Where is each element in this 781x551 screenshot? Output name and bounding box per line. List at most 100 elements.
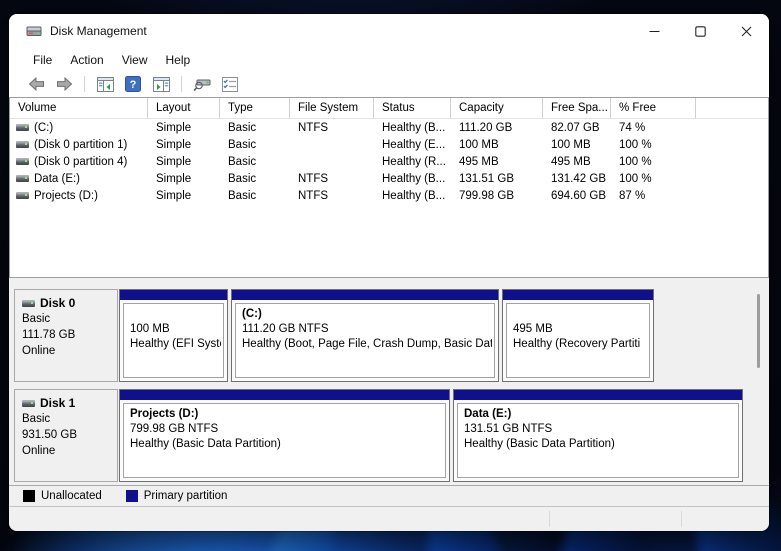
- partition-body: 100 MBHealthy (EFI Syste: [123, 303, 224, 378]
- volume-name-label: (Disk 0 partition 4): [34, 156, 127, 168]
- disk-management-app-icon: [26, 23, 42, 39]
- disk-graph-pane: Disk 0Basic111.78 GBOnline100 MBHealthy …: [9, 282, 769, 485]
- cell-file-system: NTFS: [290, 190, 374, 202]
- partition-name: (C:): [242, 307, 492, 322]
- legend-label: Primary partition: [144, 490, 228, 502]
- partition-name: Data (E:): [464, 407, 736, 422]
- title-bar[interactable]: Disk Management: [9, 14, 769, 48]
- close-icon[interactable]: [723, 14, 769, 48]
- volume-name-cell: (C:): [10, 122, 148, 134]
- cell-status: Healthy (B...: [374, 190, 451, 202]
- column-header-layout[interactable]: Layout: [148, 98, 220, 118]
- cell-free-space: 100 MB: [543, 139, 611, 151]
- volume-row[interactable]: (C:)SimpleBasicNTFSHealthy (B...111.20 G…: [10, 119, 768, 136]
- window-title: Disk Management: [50, 24, 147, 38]
- partition-status: Healthy (EFI Syste: [130, 337, 221, 352]
- disk-icon: [22, 300, 35, 307]
- column-header-capacity[interactable]: Capacity: [451, 98, 543, 118]
- help-icon[interactable]: ?: [122, 74, 144, 94]
- refresh-disks-icon[interactable]: [191, 74, 213, 94]
- volume-row[interactable]: Data (E:)SimpleBasicNTFSHealthy (B...131…: [10, 170, 768, 187]
- menu-item-file[interactable]: File: [24, 51, 61, 69]
- volume-list-header: VolumeLayoutTypeFile SystemStatusCapacit…: [10, 98, 768, 119]
- partition-color-band: [120, 390, 449, 400]
- disk-list-icon[interactable]: [219, 74, 241, 94]
- back-icon[interactable]: [25, 74, 47, 94]
- disk-size: 931.50 GB: [22, 427, 117, 443]
- column-header-file-system[interactable]: File System: [290, 98, 374, 118]
- partition[interactable]: 495 MBHealthy (Recovery Partiti: [502, 289, 654, 382]
- cell-capacity: 131.51 GB: [451, 173, 543, 185]
- partition[interactable]: Projects (D:)799.98 GB NTFSHealthy (Basi…: [119, 389, 450, 482]
- cell-layout: Simple: [148, 190, 220, 202]
- partition[interactable]: (C:)111.20 GB NTFSHealthy (Boot, Page Fi…: [231, 289, 499, 382]
- menu-item-view[interactable]: View: [113, 51, 157, 69]
- partition-body: (C:)111.20 GB NTFSHealthy (Boot, Page Fi…: [235, 303, 495, 378]
- column-header-free[interactable]: % Free: [611, 98, 696, 118]
- column-header-filler: [696, 98, 768, 118]
- disk-status: Online: [22, 343, 117, 359]
- menu-item-help[interactable]: Help: [157, 51, 200, 69]
- show-console-tree-icon[interactable]: [94, 74, 116, 94]
- volume-row[interactable]: (Disk 0 partition 1)SimpleBasicHealthy (…: [10, 136, 768, 153]
- disk-row-1: Disk 1Basic931.50 GBOnlineProjects (D:)7…: [14, 389, 769, 482]
- cell-free-space: 495 MB: [543, 156, 611, 168]
- column-header-volume[interactable]: Volume: [10, 98, 148, 118]
- disk-icon: [22, 400, 35, 407]
- volume-drive-icon: [16, 158, 29, 165]
- cell-file-system: NTFS: [290, 173, 374, 185]
- menu-item-action[interactable]: Action: [61, 51, 112, 69]
- cell-pct-free: 74 %: [611, 122, 696, 134]
- legend-swatch: [23, 490, 35, 502]
- disk-label-0[interactable]: Disk 0Basic111.78 GBOnline: [14, 289, 118, 382]
- legend-label: Unallocated: [41, 490, 102, 502]
- cell-capacity: 799.98 GB: [451, 190, 543, 202]
- volume-name-label: Data (E:): [34, 173, 80, 185]
- disk-name: Disk 0: [22, 295, 117, 311]
- partition[interactable]: 100 MBHealthy (EFI Syste: [119, 289, 228, 382]
- forward-icon[interactable]: [53, 74, 75, 94]
- disk-label-1[interactable]: Disk 1Basic931.50 GBOnline: [14, 389, 118, 482]
- column-header-type[interactable]: Type: [220, 98, 290, 118]
- disk-kind: Basic: [22, 311, 117, 327]
- cell-free-space: 82.07 GB: [543, 122, 611, 134]
- volume-drive-icon: [16, 124, 29, 131]
- menu-bar: FileActionViewHelp: [9, 48, 769, 71]
- show-action-pane-icon[interactable]: [150, 74, 172, 94]
- disk-management-window: Disk Management FileActionViewHelp: [9, 14, 769, 531]
- cell-type: Basic: [220, 190, 290, 202]
- cell-file-system: NTFS: [290, 122, 374, 134]
- partition-name: Projects (D:): [130, 407, 443, 422]
- cell-layout: Simple: [148, 156, 220, 168]
- toolbar-separator: [181, 76, 182, 92]
- partition[interactable]: Data (E:)131.51 GB NTFSHealthy (Basic Da…: [453, 389, 743, 482]
- cell-pct-free: 100 %: [611, 156, 696, 168]
- volume-name-cell: (Disk 0 partition 4): [10, 156, 148, 168]
- vertical-scrollbar[interactable]: [757, 294, 760, 368]
- partition-size: 799.98 GB NTFS: [130, 422, 443, 437]
- cell-pct-free: 100 %: [611, 173, 696, 185]
- minimize-icon[interactable]: [631, 14, 677, 48]
- partition-body: Data (E:)131.51 GB NTFSHealthy (Basic Da…: [457, 403, 739, 478]
- volume-drive-icon: [16, 141, 29, 148]
- partition-body: 495 MBHealthy (Recovery Partiti: [506, 303, 650, 378]
- volume-name-label: (Disk 0 partition 1): [34, 139, 127, 151]
- column-header-status[interactable]: Status: [374, 98, 451, 118]
- cell-capacity: 111.20 GB: [451, 122, 543, 134]
- svg-text:?: ?: [130, 79, 137, 91]
- partition-size: 111.20 GB NTFS: [242, 322, 492, 337]
- maximize-icon[interactable]: [677, 14, 723, 48]
- cell-type: Basic: [220, 122, 290, 134]
- disk-partitions: Projects (D:)799.98 GB NTFSHealthy (Basi…: [119, 389, 743, 482]
- volume-name-cell: (Disk 0 partition 1): [10, 139, 148, 151]
- volume-row[interactable]: Projects (D:)SimpleBasicNTFSHealthy (B..…: [10, 187, 768, 204]
- column-header-free-spa[interactable]: Free Spa...: [543, 98, 611, 118]
- disk-partitions: 100 MBHealthy (EFI Syste(C:)111.20 GB NT…: [119, 289, 654, 382]
- disk-status: Online: [22, 443, 117, 459]
- cell-free-space: 694.60 GB: [543, 190, 611, 202]
- volume-name-cell: Projects (D:): [10, 190, 148, 202]
- cell-status: Healthy (B...: [374, 173, 451, 185]
- cell-layout: Simple: [148, 122, 220, 134]
- partition-color-band: [454, 390, 742, 400]
- volume-row[interactable]: (Disk 0 partition 4)SimpleBasicHealthy (…: [10, 153, 768, 170]
